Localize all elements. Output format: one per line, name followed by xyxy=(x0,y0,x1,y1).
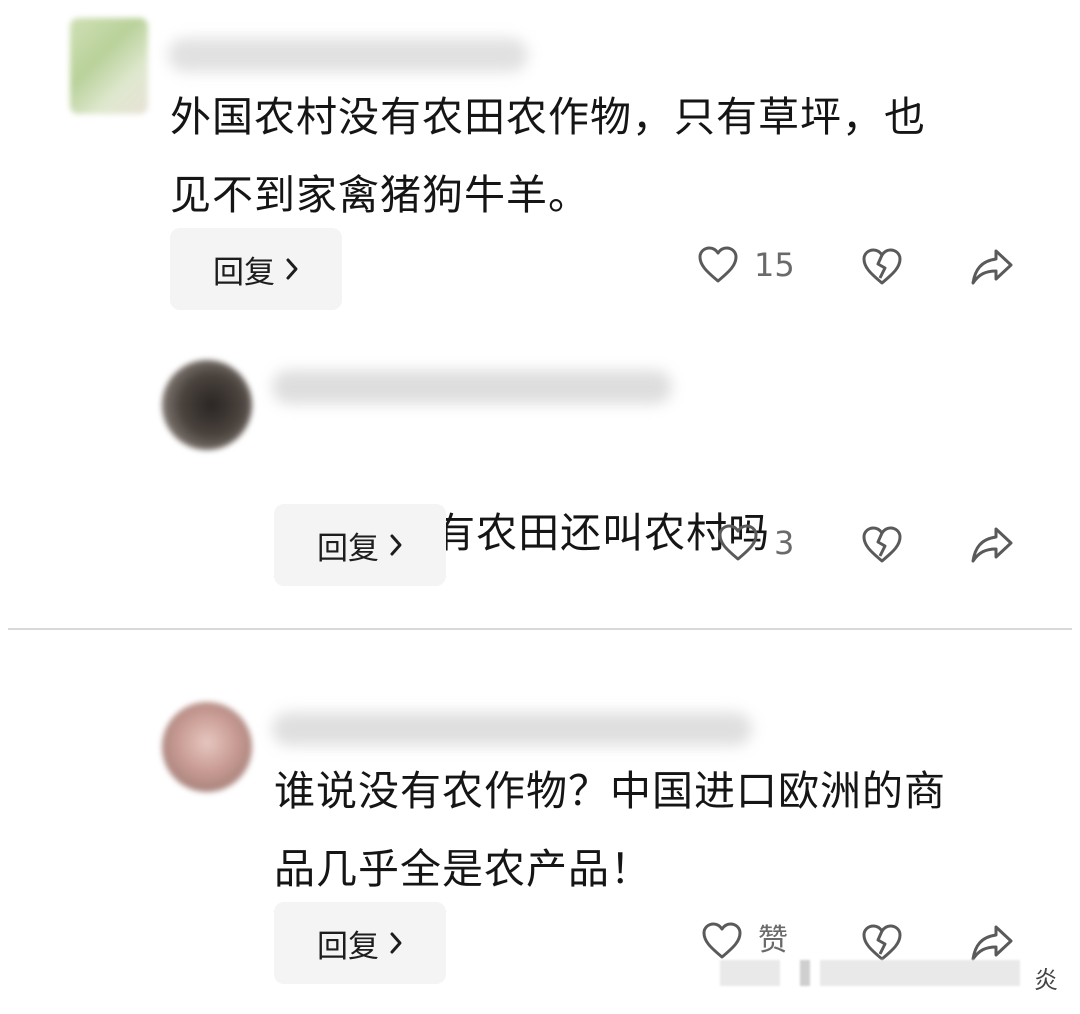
chevron-right-icon xyxy=(390,534,402,556)
reply-label: 回复 xyxy=(317,928,379,965)
broken-heart-icon xyxy=(862,526,902,563)
like-button[interactable]: 3 xyxy=(718,524,794,562)
avatar[interactable] xyxy=(70,18,148,114)
reply-button[interactable]: 回复 xyxy=(274,504,446,586)
watermark-strip xyxy=(720,960,1040,986)
dislike-button[interactable] xyxy=(862,526,902,564)
reply-button[interactable]: 回复 xyxy=(274,902,446,984)
broken-heart-icon xyxy=(862,924,902,961)
heart-outline-icon xyxy=(718,524,758,561)
comment-text: 谁说没有农作物？中国进口欧洲的商 品几乎全是农产品！ xyxy=(274,767,946,893)
username-blurred[interactable] xyxy=(272,712,752,746)
reply-label: 回复 xyxy=(213,254,275,291)
watermark-tail: 炎 xyxy=(1034,966,1058,994)
share-arrow-icon xyxy=(971,925,1013,961)
username-blurred[interactable] xyxy=(272,370,672,404)
like-count: 3 xyxy=(774,524,795,562)
share-arrow-icon xyxy=(971,527,1013,563)
chevron-right-icon xyxy=(390,932,402,954)
comment-3: 谁说没有农作物？中国进口欧洲的商 品几乎全是农产品！ 回复 赞 xyxy=(0,640,1080,1014)
heart-outline-icon xyxy=(702,922,742,959)
heart-outline-icon xyxy=(698,246,738,283)
username-blurred[interactable] xyxy=(168,38,528,72)
divider xyxy=(8,628,1072,630)
broken-heart-icon xyxy=(862,248,902,285)
avatar[interactable] xyxy=(162,702,252,792)
dislike-button[interactable] xyxy=(862,248,902,286)
share-button[interactable] xyxy=(970,526,1014,564)
comment-text-content: 没有农田还叫农村吗 xyxy=(392,509,771,557)
comment-text: 外国农村没有农田农作物，只有草坪，也 见不到家禽猪狗牛羊。 xyxy=(170,93,926,219)
dislike-button[interactable] xyxy=(862,924,902,962)
comment-1: 外国农村没有农田农作物，只有草坪，也 见不到家禽猪狗牛羊。 回复 15 xyxy=(0,0,1080,330)
share-arrow-icon xyxy=(971,249,1013,285)
like-button[interactable]: 赞 xyxy=(702,922,788,960)
share-button[interactable] xyxy=(970,924,1014,962)
reply-button[interactable]: 回复 xyxy=(170,228,342,310)
like-button[interactable]: 15 xyxy=(698,246,795,284)
chevron-right-icon xyxy=(286,258,298,280)
reply-label: 回复 xyxy=(317,530,379,567)
share-button[interactable] xyxy=(970,248,1014,286)
like-count: 赞 xyxy=(758,923,788,958)
comment-2: 没有农田还叫农村吗 回复 3 xyxy=(0,340,1080,610)
avatar[interactable] xyxy=(162,360,252,450)
like-count: 15 xyxy=(754,246,795,284)
